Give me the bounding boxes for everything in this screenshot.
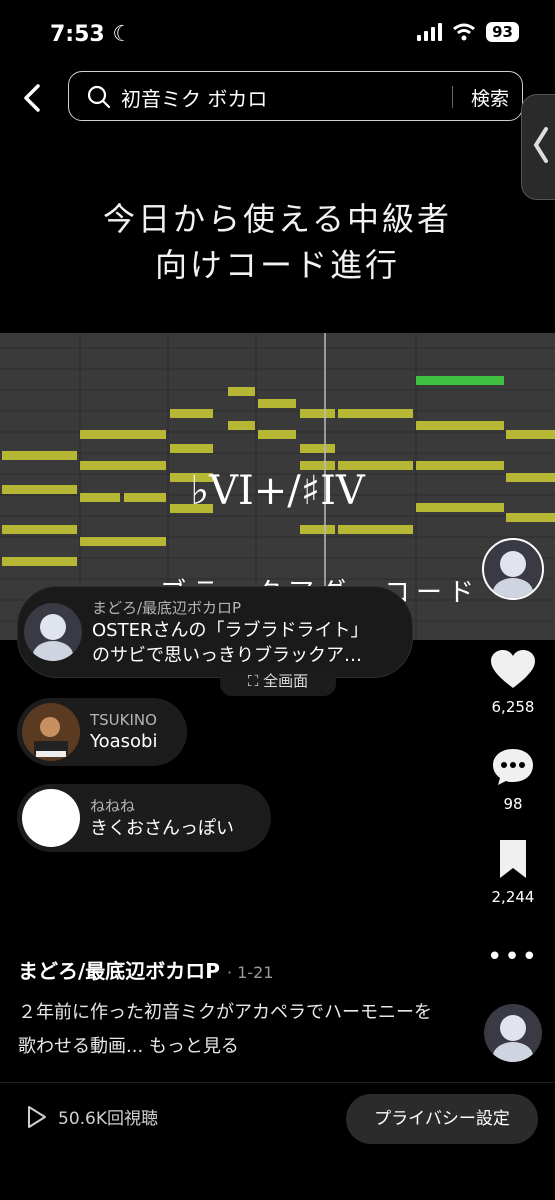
save-button[interactable]: 2,244: [480, 840, 546, 906]
like-count: 6,258: [491, 698, 535, 716]
more-options-icon[interactable]: •••: [480, 942, 546, 972]
avatar: [22, 789, 80, 847]
comment-icon: [493, 749, 533, 785]
search-divider: [452, 86, 453, 108]
search-button[interactable]: 検索: [471, 84, 509, 111]
search-icon: [87, 85, 111, 109]
bookmark-icon: [500, 840, 526, 878]
video-title-overlay: 今日から使える中級者 向けコード進行: [102, 200, 453, 284]
back-arrow-icon[interactable]: [18, 78, 48, 118]
fullscreen-icon: ⛶: [247, 672, 259, 690]
search-bar[interactable]: 初音ミク ボカロ 検索: [68, 71, 523, 121]
status-indicators: 93: [417, 22, 519, 42]
heart-icon: [491, 650, 535, 688]
comment-text: OSTERさんの「ラブラドライト」 のサビで思いっきりブラックア…: [92, 619, 369, 666]
search-input[interactable]: 初音ミク ボカロ: [121, 83, 267, 112]
comment-author: まどろ/最底辺ボカロP: [92, 598, 242, 617]
save-count: 2,244: [491, 888, 535, 906]
comment-count: 98: [503, 795, 523, 813]
signal-icon: [417, 23, 443, 41]
chord-label: ♭VI+/♯IV: [190, 468, 365, 514]
view-count: 50.6K回視聴: [26, 1104, 158, 1129]
play-icon: [28, 1105, 46, 1128]
avatar: [24, 603, 82, 661]
views-label: 50.6K回視聴: [58, 1109, 158, 1129]
creator-avatar[interactable]: [480, 538, 546, 600]
moon-icon: ☾: [112, 22, 133, 47]
comment-button[interactable]: 98: [480, 747, 546, 813]
comment-bubble[interactable]: ねねね きくおさんっぽい: [17, 784, 271, 852]
post-author-line[interactable]: まどろ/最底辺ボカロP · 1-21: [18, 955, 273, 984]
fullscreen-button[interactable]: ⛶ 全画面: [220, 666, 336, 696]
music-disc[interactable]: [480, 1004, 546, 1062]
battery-icon: 93: [486, 22, 519, 42]
comment-bubble[interactable]: TSUKINO Yoasobi: [17, 698, 187, 766]
fullscreen-label: 全画面: [263, 672, 309, 690]
comment-author: TSUKINO: [90, 710, 157, 729]
post-author[interactable]: まどろ/最底辺ボカロP: [18, 959, 220, 983]
chevron-left-icon: [533, 127, 548, 163]
divider: [0, 1082, 555, 1083]
post-description[interactable]: ２年前に作った初音ミクがアカペラでハーモニーを歌わせる動画... もっと見る: [18, 996, 438, 1064]
privacy-settings-button[interactable]: プライバシー設定: [346, 1094, 538, 1144]
comment-author: ねねね: [90, 797, 136, 815]
wifi-icon: [453, 23, 476, 41]
status-time: 7:53 ☾: [50, 22, 133, 47]
comment-bubble[interactable]: まどろ/最底辺ボカロP OSTERさんの「ラブラドライト」 のサビで思いっきりブ…: [17, 586, 413, 678]
like-button[interactable]: 6,258: [480, 650, 546, 716]
avatar: [22, 703, 80, 761]
post-date: · 1-21: [226, 963, 274, 982]
side-panel-handle[interactable]: [521, 94, 555, 200]
comment-text: きくおさんっぽい: [90, 818, 234, 839]
comment-text: Yoasobi: [90, 730, 158, 752]
